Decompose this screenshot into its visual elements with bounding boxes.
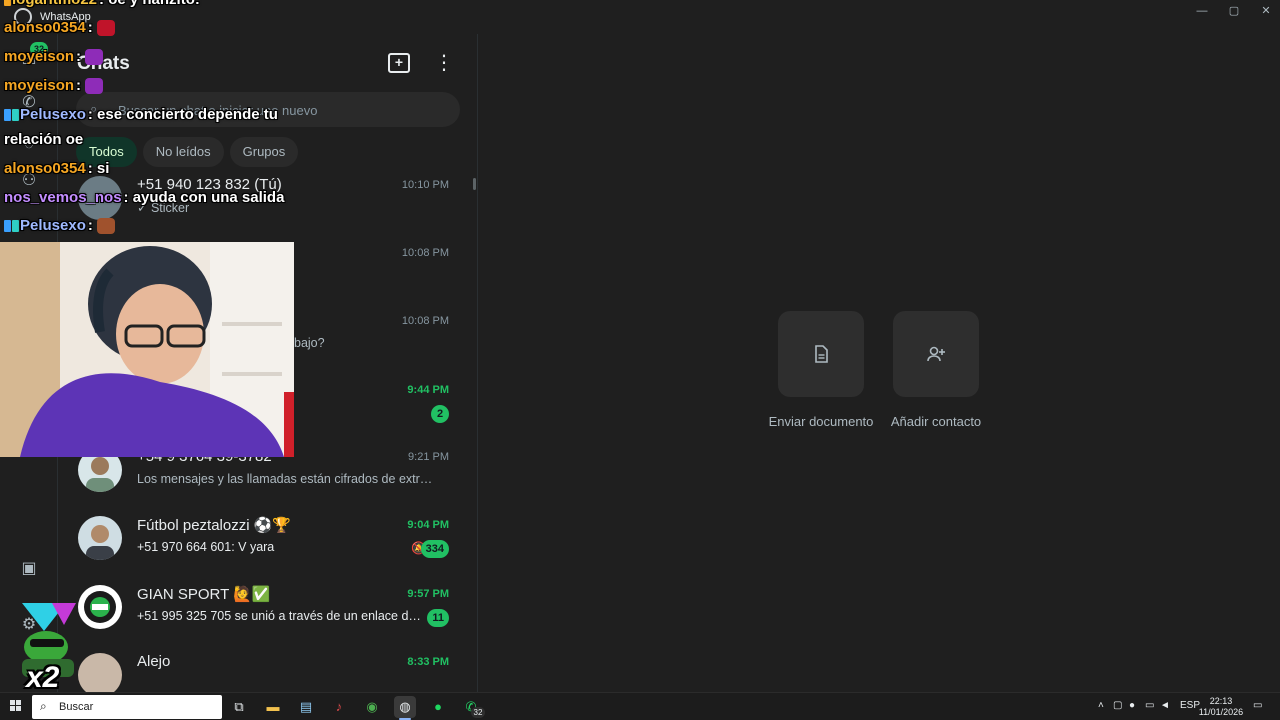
clock-date: 11/01/2026 xyxy=(1198,707,1244,717)
add-contact-button[interactable] xyxy=(893,311,979,397)
minimize-button[interactable]: — xyxy=(1190,3,1214,19)
stream-emote-overlay: x2 xyxy=(8,603,80,695)
chat-time: 10:08 PM xyxy=(401,247,449,259)
emote-icon xyxy=(96,218,115,235)
obs-icon[interactable]: ◍ xyxy=(394,696,416,718)
tray-app-icon[interactable]: ▢ xyxy=(1113,700,1122,711)
stream-chat-message: nos_vemos_nos: ayuda con una salida xyxy=(4,189,285,206)
windows-start-icon[interactable] xyxy=(10,700,22,712)
multiplier-label: x2 xyxy=(26,661,60,694)
close-button[interactable]: ✕ xyxy=(1254,3,1278,19)
stream-chat-message: Pelusexo: ese concierto depende tu xyxy=(4,106,278,123)
add-contact-label: Añadir contacto xyxy=(890,414,982,429)
microphone-icon[interactable]: ● xyxy=(1129,700,1135,711)
add-contact-icon xyxy=(925,343,947,365)
volume-icon[interactable]: ◄ xyxy=(1160,700,1170,711)
stream-chat-message: alonso0354: xyxy=(4,19,115,37)
taskbar: ⌕ Buscar ⧉ ▬ ▤ ♪ ◉ ◍ ● ✆ 32 ˄ ▢ ● ▭ ◄ ES… xyxy=(0,692,1280,720)
chat-badge-icon xyxy=(4,220,11,233)
file-explorer-icon[interactable]: ▬ xyxy=(262,696,284,718)
taskbar-clock[interactable]: 22:13 11/01/2026 xyxy=(1196,696,1246,718)
avatar xyxy=(78,585,122,629)
maximize-button[interactable]: ▢ xyxy=(1222,3,1246,19)
taskbar-search[interactable]: ⌕ Buscar xyxy=(32,695,222,719)
emote-icon xyxy=(85,49,104,66)
network-icon[interactable]: ▭ xyxy=(1145,700,1154,711)
chat-name: GIAN SPORT 🙋✅ xyxy=(137,586,271,603)
avatar xyxy=(78,516,122,560)
new-chat-button[interactable]: + xyxy=(388,53,410,73)
unread-badge: 334 xyxy=(420,540,449,558)
media-gallery-icon[interactable]: ▣ xyxy=(18,558,40,580)
webcam-feed xyxy=(0,242,294,457)
chat-time: 10:08 PM xyxy=(401,315,449,327)
main-area: Enviar documento Añadir contacto xyxy=(479,34,1280,692)
send-document-label: Enviar documento xyxy=(768,414,874,429)
unread-badge: 2 xyxy=(431,405,449,423)
avatar xyxy=(78,653,122,692)
chat-badge-icon xyxy=(4,109,11,122)
stream-chat-message: alonso0354: si xyxy=(4,160,110,177)
document-icon xyxy=(810,343,832,365)
emote-icon xyxy=(85,78,104,95)
more-options-icon[interactable]: ⋮ xyxy=(434,52,454,74)
chat-time: 9:57 PM xyxy=(407,588,449,600)
media-app-icon[interactable]: ♪ xyxy=(328,696,350,718)
stream-chat-message: logaritmo22: oe y hanzito: xyxy=(4,0,200,8)
chat-list-item[interactable]: GIAN SPORT 🙋✅ 9:57 PM +51 995 325 705 se… xyxy=(58,573,478,641)
notepad-icon[interactable]: ▤ xyxy=(295,696,317,718)
chat-preview: +51 995 325 705 se unió a través de un e… xyxy=(137,609,423,623)
chat-name: Fútbol peztalozzi ⚽🏆 xyxy=(137,517,292,534)
chat-name: Alejo xyxy=(137,653,171,670)
chat-preview: Los mensajes y las llamadas están cifrad… xyxy=(137,472,439,486)
chat-badge-icon xyxy=(12,109,19,122)
chat-time: 9:04 PM xyxy=(407,519,449,531)
chat-list-item[interactable]: Alejo 8:33 PM xyxy=(58,641,478,692)
chat-badge-icon xyxy=(12,220,19,233)
chat-preview: +51 970 664 601: V yara xyxy=(137,540,275,554)
chat-list-item[interactable]: Fútbol peztalozzi ⚽🏆 9:04 PM +51 970 664… xyxy=(58,504,478,572)
chrome-icon[interactable]: ◉ xyxy=(361,696,383,718)
chat-badge-icon xyxy=(4,0,11,7)
emote-icon xyxy=(96,20,115,37)
notifications-icon[interactable]: ▭ xyxy=(1253,700,1262,711)
whatsapp-taskbar-badge: 32 xyxy=(471,707,485,718)
chat-time: 9:21 PM xyxy=(408,451,449,463)
chat-time: 8:33 PM xyxy=(407,656,449,668)
stream-chat-message: relación oe xyxy=(4,131,84,148)
clock-time: 22:13 xyxy=(1209,696,1233,706)
search-icon: ⌕ xyxy=(40,699,47,713)
task-view-icon[interactable]: ⧉ xyxy=(228,696,250,718)
taskbar-search-label: Buscar xyxy=(59,701,94,713)
spotify-icon[interactable]: ● xyxy=(427,696,449,718)
stream-chat-message: moyeison: xyxy=(4,48,104,66)
tray-overflow-icon[interactable]: ˄ xyxy=(1098,700,1104,711)
stream-chat-overlay: logaritmo22: oe y hanzito: alonso0354: m… xyxy=(0,0,340,240)
stream-chat-message: Pelusexo: xyxy=(4,217,115,235)
chat-time: 10:10 PM xyxy=(401,179,449,191)
unread-badge: 11 xyxy=(427,609,449,627)
stream-chat-message: moyeison: xyxy=(4,77,104,95)
send-document-button[interactable] xyxy=(778,311,864,397)
chat-time: 9:44 PM xyxy=(407,384,449,396)
